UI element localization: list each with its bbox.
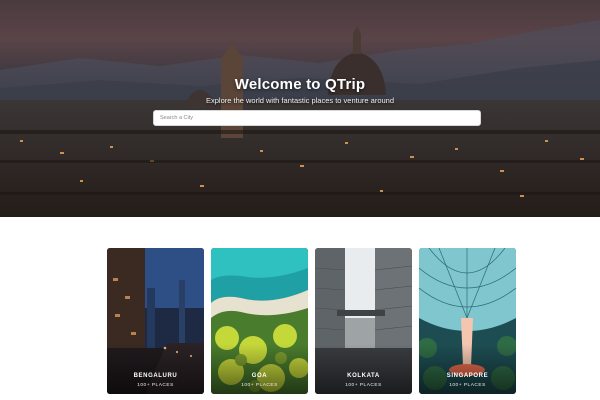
hero-background-image — [0, 20, 600, 217]
city-card-grid: BENGALURU 100+ PLACES GOA 100+ PLACES KO… — [107, 248, 517, 394]
city-card-bengaluru[interactable]: BENGALURU 100+ PLACES — [107, 248, 204, 394]
city-card-kolkata[interactable]: KOLKATA 100+ PLACES — [315, 248, 412, 394]
city-places-count: 100+ PLACES — [345, 383, 382, 388]
hero-banner: Welcome to QTrip Explore the world with … — [0, 0, 600, 217]
hero-subtitle: Explore the world with fantastic places … — [205, 96, 395, 105]
city-name: GOA — [251, 373, 268, 379]
city-card-singapore[interactable]: SINGAPORE 100+ PLACES — [419, 248, 516, 394]
city-places-count: 100+ PLACES — [449, 383, 486, 388]
city-places-count: 100+ PLACES — [241, 383, 278, 388]
city-places-count: 100+ PLACES — [137, 383, 174, 388]
city-search-input[interactable] — [153, 110, 481, 126]
city-name: BENGALURU — [133, 373, 178, 379]
city-name: SINGAPORE — [446, 373, 489, 379]
city-card-goa[interactable]: GOA 100+ PLACES — [211, 248, 308, 394]
hero-title: Welcome to QTrip — [234, 76, 366, 93]
city-name: KOLKATA — [347, 373, 380, 379]
